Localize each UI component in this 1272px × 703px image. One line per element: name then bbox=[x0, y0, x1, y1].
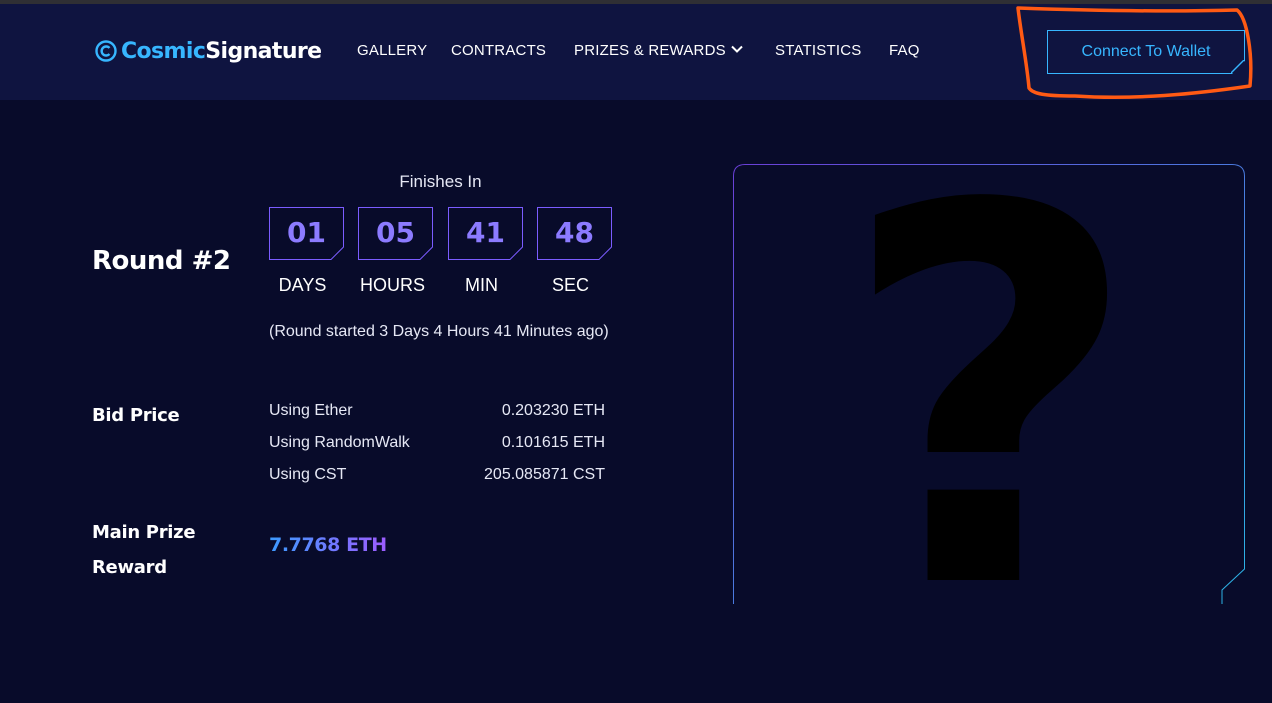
bid-row-value: 205.085871 CST bbox=[484, 466, 605, 483]
bid-row-label: Using Ether bbox=[269, 402, 353, 419]
bid-row-cst: Using CST 205.085871 CST bbox=[269, 466, 605, 484]
nft-placeholder-question-mark: ? bbox=[839, 97, 1141, 703]
round-title: Round #2 bbox=[92, 246, 231, 276]
site-header: CosmicSignature GALLERY CONTRACTS PRIZES… bbox=[0, 4, 1272, 100]
bid-price-label: Bid Price bbox=[92, 405, 180, 426]
nav-statistics[interactable]: STATISTICS bbox=[775, 42, 861, 59]
countdown-min-value: 41 bbox=[466, 216, 505, 249]
connect-wallet-label: Connect To Wallet bbox=[1081, 43, 1211, 60]
countdown-min-unit: MIN bbox=[465, 275, 498, 295]
nav-contracts[interactable]: CONTRACTS bbox=[451, 42, 546, 59]
main-prize-label: Main Prize Reward bbox=[92, 515, 196, 585]
brand-logo[interactable]: CosmicSignature bbox=[95, 34, 322, 68]
nav-prizes-label: PRIZES & REWARDS bbox=[574, 42, 726, 59]
bid-row-randomwalk: Using RandomWalk 0.101615 ETH bbox=[269, 434, 605, 452]
bid-row-ether: Using Ether 0.203230 ETH bbox=[269, 402, 605, 420]
countdown-sec-value: 48 bbox=[555, 216, 594, 249]
bid-row-value: 0.101615 ETH bbox=[501, 434, 605, 451]
countdown-days-value: 01 bbox=[287, 216, 326, 249]
countdown-hours-value: 05 bbox=[376, 216, 415, 249]
main-prize-label-line2: Reward bbox=[92, 557, 167, 578]
nav-faq[interactable]: FAQ bbox=[889, 42, 920, 59]
bid-row-value: 0.203230 ETH bbox=[501, 402, 605, 419]
finishes-in-label: Finishes In bbox=[399, 172, 482, 191]
countdown-sec-unit: SEC bbox=[551, 275, 589, 295]
nav-prizes-rewards[interactable]: PRIZES & REWARDS bbox=[574, 42, 744, 59]
bid-row-label: Using RandomWalk bbox=[269, 434, 410, 451]
connect-wallet-button[interactable]: Connect To Wallet bbox=[1047, 30, 1245, 74]
brand-name: CosmicSignature bbox=[121, 38, 322, 64]
bid-row-label: Using CST bbox=[269, 466, 347, 483]
countdown-sec-box: 48 bbox=[537, 207, 612, 260]
cosmic-logo-icon bbox=[95, 40, 117, 62]
main-prize-label-line1: Main Prize bbox=[92, 522, 196, 543]
main-prize-value: 7.7768 ETH bbox=[269, 534, 387, 556]
countdown-days-box: 01 bbox=[269, 207, 344, 260]
round-started-text: (Round started 3 Days 4 Hours 41 Minutes… bbox=[269, 323, 609, 340]
nav-gallery[interactable]: GALLERY bbox=[357, 42, 427, 59]
countdown-hours-box: 05 bbox=[358, 207, 433, 260]
countdown-days-unit: DAYS bbox=[278, 275, 327, 295]
button-corner-notch bbox=[1231, 60, 1244, 73]
countdown-min-box: 41 bbox=[448, 207, 523, 260]
countdown-hours-unit: HOURS bbox=[359, 275, 425, 295]
chevron-down-icon bbox=[731, 45, 743, 53]
